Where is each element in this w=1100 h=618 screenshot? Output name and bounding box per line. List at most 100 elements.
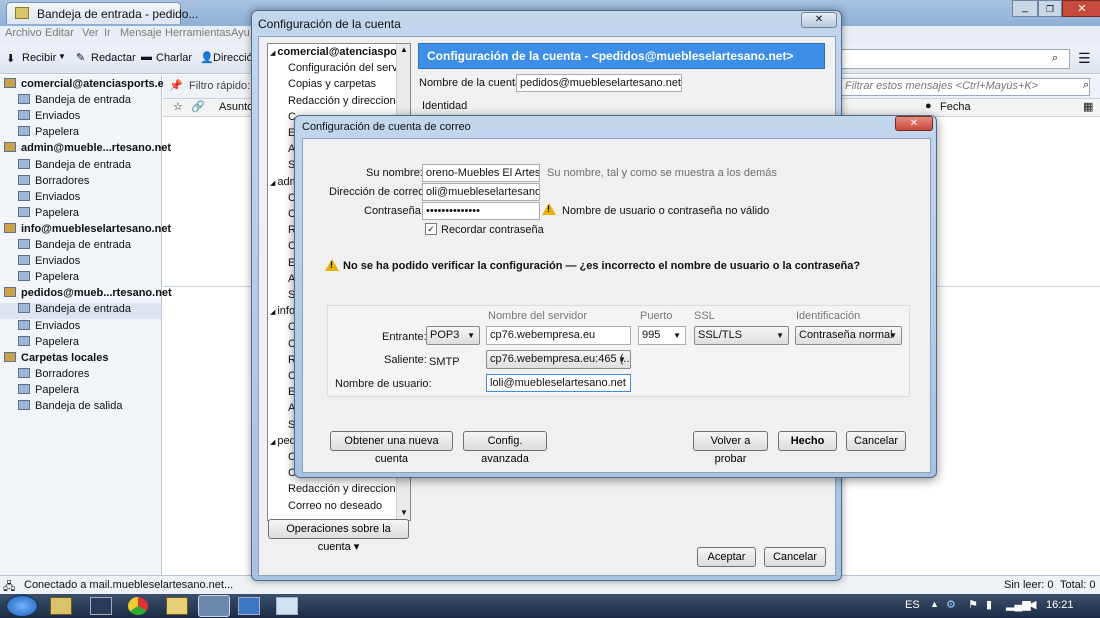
folder-icon <box>18 94 30 105</box>
app-menu-icon[interactable]: ☰ <box>1078 50 1091 67</box>
folder-row[interactable]: Papelera <box>0 383 161 400</box>
maximize-button[interactable]: ❐ <box>1038 0 1062 17</box>
chevron-down-icon[interactable]: ▼ <box>673 327 681 344</box>
search-icon[interactable]: ⌕ <box>1052 52 1058 65</box>
settings-cancel-button[interactable]: Cancelar <box>764 547 826 567</box>
tray-arrow-icon[interactable]: ▲ <box>930 599 939 609</box>
taskbar-chrome-icon[interactable] <box>128 597 148 615</box>
email-input[interactable]: oli@muebleselartesano.net <box>422 183 540 201</box>
account-tree-item[interactable]: ◢ info <box>270 305 295 317</box>
account-row[interactable]: Carpetas locales <box>0 351 161 368</box>
taskbar-media-icon[interactable] <box>90 597 112 615</box>
chat-button[interactable]: Charlar <box>156 52 192 64</box>
cancel-label: Cancelar <box>853 435 899 447</box>
tray-volume-icon[interactable]: ◀ <box>1028 598 1036 611</box>
account-settings-close-button[interactable]: ✕ <box>801 12 837 28</box>
junk-col-icon[interactable]: ● <box>925 100 932 112</box>
star-col-icon[interactable]: ☆ <box>173 100 183 113</box>
taskbar-app-icon[interactable] <box>238 597 260 615</box>
account-row[interactable]: info@muebleselartesano.net <box>0 222 171 239</box>
cancel-button[interactable]: Cancelar <box>846 431 906 451</box>
tray-battery-icon[interactable]: ▮ <box>986 598 992 611</box>
account-row[interactable]: comercial@atenciasports.es <box>0 78 170 94</box>
folder-row[interactable]: Bandeja de entrada <box>0 239 161 255</box>
attachment-col-icon[interactable]: 🔗 <box>191 100 205 113</box>
incoming-protocol-select[interactable]: POP3 ▼ <box>426 326 480 345</box>
account-tree-item[interactable]: Redacción y direcciones <box>288 483 407 495</box>
folder-row[interactable]: Bandeja de entrada <box>0 303 161 320</box>
username-input[interactable]: loli@muebleselartesano.net <box>486 374 631 392</box>
account-operations-button[interactable]: Operaciones sobre la cuenta ▾ <box>268 519 409 553</box>
receive-dropdown-icon[interactable]: ▼ <box>58 52 66 61</box>
mail-tab[interactable]: Bandeja de entrada - pedido... <box>6 2 198 24</box>
folder-row[interactable]: Enviados <box>0 110 161 126</box>
subject-column-header[interactable]: Asunto <box>219 101 253 113</box>
taskbar-explorer-icon[interactable] <box>50 597 72 615</box>
menu-mensaje[interactable]: Mensaje <box>120 27 162 39</box>
directory-button[interactable]: Direcció <box>213 52 253 64</box>
folder-row[interactable]: Papelera <box>0 126 161 142</box>
menu-ayuda[interactable]: Ayu <box>231 27 250 39</box>
column-picker-icon[interactable]: ▦ <box>1083 100 1093 113</box>
taskbar-notepad-icon[interactable] <box>276 597 298 615</box>
folder-row[interactable]: Borradores <box>0 174 161 191</box>
account-tree-item[interactable]: ◢ comercial@atenciaspor... <box>270 46 410 58</box>
tray-action-icon[interactable]: ⚑ <box>968 598 978 611</box>
taskbar-folder-icon[interactable] <box>166 597 188 615</box>
folder-row[interactable]: Enviados <box>0 255 161 271</box>
account-tree-item[interactable]: Configuración del servi... <box>288 62 409 74</box>
account-row[interactable]: admin@mueble...rtesano.net <box>0 142 171 158</box>
folder-row[interactable]: Papelera <box>0 206 161 223</box>
mail-config-close-button[interactable]: ✕ <box>895 116 933 131</box>
incoming-port-combo[interactable]: 995 ▼ <box>638 326 686 345</box>
tray-signal-icon[interactable]: ▂▄▆ <box>1006 598 1031 611</box>
retry-button[interactable]: Volver a probar <box>693 431 768 465</box>
taskbar-thunderbird-icon[interactable] <box>198 595 230 617</box>
scroll-up-icon[interactable]: ▲ <box>400 45 408 54</box>
account-tree-item[interactable]: ◢ ped <box>270 435 296 447</box>
scroll-down-icon[interactable]: ▼ <box>400 508 408 517</box>
folder-row[interactable]: Enviados <box>0 319 161 336</box>
folder-label: pedidos@mueb...rtesano.net <box>21 287 172 300</box>
menu-archivo[interactable]: Archivo <box>5 27 42 39</box>
menu-ir[interactable]: Ir <box>104 27 111 39</box>
global-search-input[interactable] <box>840 49 1070 69</box>
account-tree-item[interactable]: Redacción y direcciones <box>288 95 407 107</box>
folder-row[interactable]: Bandeja de salida <box>0 400 161 416</box>
accept-button[interactable]: Aceptar <box>697 547 756 567</box>
account-tree-item[interactable]: Correo no deseado <box>288 500 382 512</box>
folder-row[interactable]: Borradores <box>0 367 161 384</box>
advanced-config-button[interactable]: Config. avanzada <box>463 431 547 465</box>
folder-row[interactable]: Papelera <box>0 335 161 352</box>
close-window-button[interactable]: ✕ <box>1062 0 1100 17</box>
incoming-auth-select[interactable]: Contraseña normal ▼ <box>795 326 902 345</box>
menu-editar[interactable]: Editar <box>45 27 74 39</box>
folder-row[interactable]: Enviados <box>0 190 161 207</box>
folder-row[interactable]: Bandeja de entrada <box>0 158 161 175</box>
pin-icon[interactable]: 📌 <box>169 79 183 92</box>
incoming-server-input[interactable]: cp76.webempresa.eu <box>486 326 631 345</box>
clock[interactable]: 16:21 <box>1046 599 1074 611</box>
account-name-input[interactable]: pedidos@muebleselartesano.net <box>516 74 682 92</box>
outgoing-label: Saliente: <box>384 354 427 366</box>
date-column-header[interactable]: Fecha <box>940 101 971 113</box>
menu-ver[interactable]: Ver <box>82 27 99 39</box>
outgoing-server-select[interactable]: cp76.webempresa.eu:465 (... ▼ <box>486 350 631 369</box>
menu-herramientas[interactable]: Herramientas <box>165 27 231 39</box>
remember-password-checkbox[interactable]: ✓ <box>425 223 437 235</box>
start-button[interactable] <box>6 595 38 617</box>
incoming-ssl-select[interactable]: SSL/TLS ▼ <box>694 326 789 345</box>
account-tree-item[interactable]: Copias y carpetas <box>288 78 376 90</box>
password-input[interactable]: •••••••••••••• <box>422 202 540 220</box>
your-name-input[interactable]: oreno-Muebles El Artesano <box>422 164 540 182</box>
new-account-button[interactable]: Obtener una nueva cuenta <box>330 431 453 465</box>
tray-network-icon[interactable]: ⚙ <box>946 598 956 611</box>
receive-button[interactable]: Recibir <box>22 52 56 64</box>
account-row[interactable]: pedidos@mueb...rtesano.net <box>0 287 172 303</box>
done-button[interactable]: Hecho <box>778 431 837 451</box>
minimize-button[interactable]: _ <box>1012 0 1038 17</box>
compose-button[interactable]: Redactar <box>91 52 136 64</box>
folder-row[interactable]: Bandeja de entrada <box>0 94 161 110</box>
folder-row[interactable]: Papelera <box>0 271 161 287</box>
language-indicator[interactable]: ES <box>905 599 920 611</box>
